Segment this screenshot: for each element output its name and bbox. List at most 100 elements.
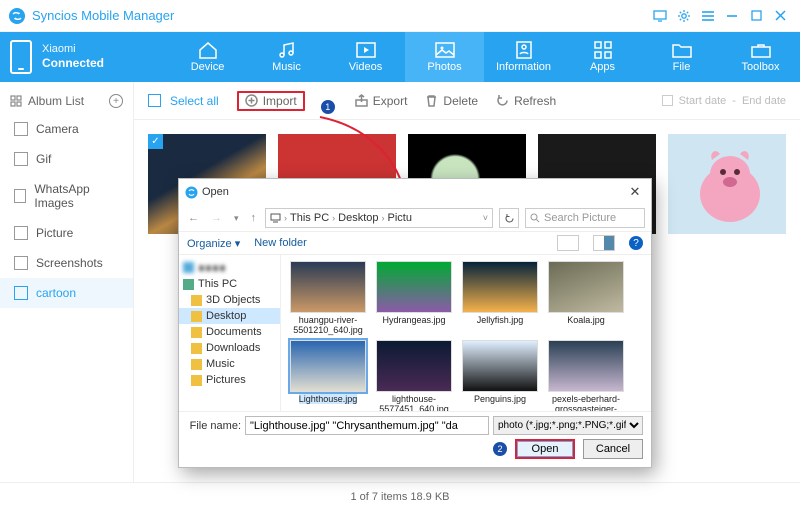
nav-music[interactable]: Music <box>247 32 326 82</box>
device-panel[interactable]: Xiaomi Connected <box>0 32 168 82</box>
album-gif[interactable]: Gif <box>0 144 133 174</box>
tree-item[interactable]: Desktop <box>179 308 280 324</box>
pc-icon <box>270 213 281 224</box>
tree-item[interactable]: Documents <box>179 324 280 340</box>
file-item[interactable]: Penguins.jpg <box>459 340 541 411</box>
export-icon <box>355 94 368 107</box>
album-camera[interactable]: Camera <box>0 114 133 144</box>
nav-information[interactable]: Information <box>484 32 563 82</box>
chevron-down-icon[interactable]: ˅ <box>483 213 488 223</box>
filetype-select[interactable]: photo (*.jpg;*.png;*.PNG;*.gif; <box>493 416 643 435</box>
tree-item[interactable]: Pictures <box>179 372 280 388</box>
check-icon: ✓ <box>148 134 163 149</box>
file-thumbnail <box>548 261 624 313</box>
filename-input[interactable] <box>245 416 489 435</box>
dialog-title: Open <box>202 186 229 198</box>
maximize-button[interactable] <box>744 4 768 28</box>
file-thumbnail <box>290 261 366 313</box>
file-thumbnail <box>548 340 624 392</box>
view-mode-button[interactable] <box>557 235 579 251</box>
crumb-item[interactable]: Pictu <box>388 212 412 224</box>
open-button[interactable]: Open <box>515 439 575 459</box>
preview-pane-button[interactable] <box>593 235 615 251</box>
nav-toolbox[interactable]: Toolbox <box>721 32 800 82</box>
minimize-button[interactable] <box>720 4 744 28</box>
file-item[interactable]: Koala.jpg <box>545 261 627 336</box>
tree-item[interactable]: Downloads <box>179 340 280 356</box>
nav-file[interactable]: File <box>642 32 721 82</box>
delete-button[interactable]: Delete <box>425 94 478 108</box>
refresh-button[interactable] <box>499 208 519 228</box>
gear-icon[interactable] <box>672 4 696 28</box>
tree-item[interactable]: 3D Objects <box>179 292 280 308</box>
grid-icon <box>10 95 22 107</box>
nav-apps[interactable]: Apps <box>563 32 642 82</box>
folder-icon <box>14 152 28 166</box>
tree-label: Desktop <box>206 310 246 322</box>
album-screenshots[interactable]: Screenshots <box>0 248 133 278</box>
checkbox-icon <box>148 94 161 107</box>
sync-icon <box>8 7 26 25</box>
status-bar: 1 of 7 items 18.9 KB <box>0 482 800 510</box>
crumb-item[interactable]: This PC <box>290 212 329 224</box>
menu-icon[interactable] <box>696 4 720 28</box>
nav-device[interactable]: Device <box>168 32 247 82</box>
organize-menu[interactable]: Organize ▾ <box>187 237 240 250</box>
nav-label: Photos <box>427 61 461 73</box>
dialog-titlebar[interactable]: Open ✕ <box>179 179 651 205</box>
help-icon[interactable]: ? <box>629 236 643 250</box>
chevron-down-icon[interactable]: ▾ <box>231 213 242 224</box>
file-name: Koala.jpg <box>567 315 605 325</box>
file-item[interactable]: huangpu-river-5501210_640.jpg <box>287 261 369 336</box>
nav-videos[interactable]: Videos <box>326 32 405 82</box>
file-item[interactable]: Lighthouse.jpg <box>287 340 369 411</box>
folder-icon <box>14 256 28 270</box>
breadcrumb[interactable]: ›This PC ›Desktop ›Pictu ˅ <box>265 208 493 228</box>
file-item[interactable]: Jellyfish.jpg <box>459 261 541 336</box>
photo-thumb[interactable] <box>668 134 786 234</box>
screen-icon[interactable] <box>648 4 672 28</box>
album-cartoon[interactable]: cartoon <box>0 278 133 308</box>
nav-label: Toolbox <box>742 61 780 73</box>
tree-item[interactable]: ∎∎∎∎ <box>179 259 280 276</box>
tree-item[interactable]: Music <box>179 356 280 372</box>
crumb-item[interactable]: Desktop <box>338 212 378 224</box>
album-picture[interactable]: Picture <box>0 218 133 248</box>
album-label: Gif <box>36 152 51 166</box>
new-folder-button[interactable]: New folder <box>254 237 307 249</box>
file-item[interactable]: pexels-eberhard-grossgasteiger-572897.jp… <box>545 340 627 411</box>
open-file-dialog: Open ✕ ← → ▾ ↑ ›This PC ›Desktop ›Pictu … <box>178 178 652 468</box>
folder-icon <box>14 189 26 203</box>
export-button[interactable]: Export <box>355 94 408 108</box>
forward-button[interactable]: → <box>208 212 225 224</box>
dialog-close-button[interactable]: ✕ <box>625 184 645 200</box>
import-button[interactable]: Import <box>237 91 305 111</box>
header: Xiaomi Connected Device Music Videos Pho… <box>0 32 800 82</box>
phone-icon <box>10 40 32 74</box>
file-item[interactable]: Hydrangeas.jpg <box>373 261 455 336</box>
tree-item[interactable]: This PC <box>179 276 280 292</box>
tree-label: Pictures <box>206 374 246 386</box>
annotation-badge-2: 2 <box>493 442 507 456</box>
search-input[interactable]: Search Picture <box>525 208 645 228</box>
album-whatsapp[interactable]: WhatsApp Images <box>0 174 133 218</box>
date-range[interactable]: Start date-End date <box>662 95 786 107</box>
app-title: Syncios Mobile Manager <box>32 8 174 23</box>
close-button[interactable] <box>768 4 792 28</box>
nav-label: Information <box>496 61 551 73</box>
nav-photos[interactable]: Photos <box>405 32 484 82</box>
search-icon <box>530 213 540 223</box>
plus-circle-icon <box>245 94 258 107</box>
file-item[interactable]: lighthouse-5577451_640.jpg <box>373 340 455 411</box>
file-thumbnail <box>290 340 366 392</box>
app-logo-icon <box>8 7 26 25</box>
refresh-button[interactable]: Refresh <box>496 94 556 108</box>
file-name: Hydrangeas.jpg <box>382 315 445 325</box>
back-button[interactable]: ← <box>185 212 202 224</box>
select-all-button[interactable]: Select all <box>148 94 219 108</box>
tree-label: 3D Objects <box>206 294 260 306</box>
nav-label: Apps <box>590 61 615 73</box>
up-button[interactable]: ↑ <box>248 212 260 224</box>
add-album-button[interactable]: + <box>109 94 123 108</box>
cancel-button[interactable]: Cancel <box>583 439 643 459</box>
